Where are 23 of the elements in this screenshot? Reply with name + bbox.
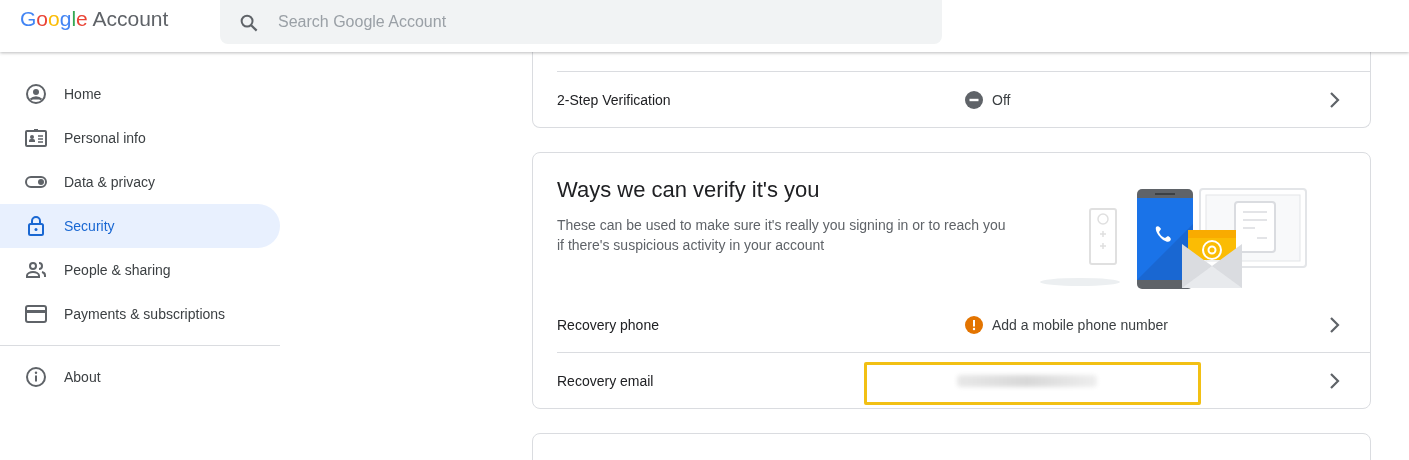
- person-circle-icon: [24, 82, 48, 106]
- card-title: Ways we can verify it's you: [557, 177, 821, 203]
- settings-row[interactable]: Recovery phone Add a mobile phone number: [557, 297, 1370, 352]
- google-account-logo: Google Account: [20, 7, 170, 31]
- warning-icon: [965, 315, 983, 334]
- id-card-icon: [24, 126, 48, 150]
- sidebar-item[interactable]: Security: [0, 204, 280, 248]
- minus-circle-icon: [965, 90, 983, 109]
- search-field[interactable]: Search Google Account: [220, 0, 942, 44]
- status-text: Off: [992, 91, 1011, 108]
- sidebar-item[interactable]: Data & privacy: [0, 160, 280, 204]
- search-icon: [238, 12, 258, 32]
- sidebar-item[interactable]: People & sharing: [0, 248, 280, 292]
- sidebar-item[interactable]: Home: [0, 72, 280, 116]
- settings-row[interactable]: 2-Step Verification Off: [557, 72, 1370, 127]
- credit-card-icon: [24, 302, 48, 326]
- sidebar-item[interactable]: About: [0, 355, 280, 399]
- info-icon: [24, 365, 48, 389]
- sidebar-item[interactable]: Personal info: [0, 116, 280, 160]
- card-description: These can be used to make sure it's really you signing in or to reach you if there's suspicious activity in your account: [557, 216, 1007, 255]
- settings-row[interactable]: Recovery email: [557, 352, 1370, 408]
- status-text: Add a mobile phone number: [992, 316, 1168, 333]
- sidebar-item[interactable]: Payments & subscriptions: [0, 292, 280, 336]
